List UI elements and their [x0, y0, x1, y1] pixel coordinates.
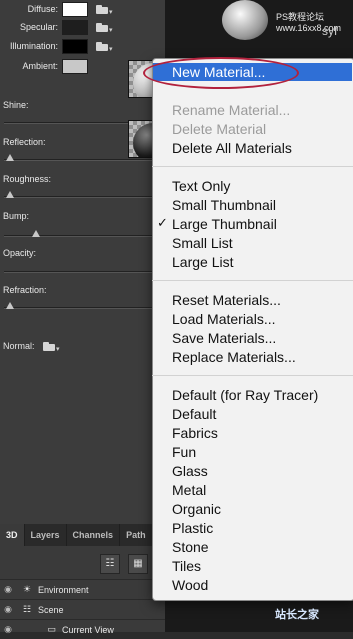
- menu-item-small-list[interactable]: Small List: [172, 234, 233, 252]
- menu-item-new-material[interactable]: New Material...: [172, 63, 265, 81]
- roughness-slider-thumb[interactable]: [6, 191, 14, 198]
- scene-item-label: Scene: [38, 604, 64, 615]
- sun-icon: ☀: [22, 584, 32, 594]
- illumination-swatch[interactable]: [62, 38, 88, 54]
- ambient-swatch[interactable]: [62, 58, 88, 74]
- menu-item-delete-all-materials[interactable]: Delete All Materials: [172, 139, 292, 157]
- folder-icon[interactable]: [96, 41, 108, 51]
- material-preview-sphere: [222, 0, 268, 40]
- menu-item-stone[interactable]: Stone: [172, 538, 209, 556]
- menu-item-reset-materials[interactable]: Reset Materials...: [172, 291, 281, 309]
- eye-icon[interactable]: ◉: [0, 624, 16, 635]
- refraction-slider-thumb[interactable]: [6, 302, 14, 309]
- folder-icon[interactable]: [96, 4, 108, 14]
- roughness-label: Roughness:: [3, 174, 52, 184]
- menu-separator: [152, 280, 353, 281]
- menu-item-large-thumbnail[interactable]: Large Thumbnail: [172, 215, 277, 233]
- menu-item-delete-material[interactable]: Delete Material: [172, 120, 266, 138]
- reflection-slider-thumb[interactable]: [6, 154, 14, 161]
- diffuse-row: Diffuse: ▾: [0, 0, 113, 18]
- scene-item-label: Environment: [38, 584, 89, 595]
- dropdown-arrow-icon[interactable]: ▾: [109, 45, 113, 53]
- menu-item-metal[interactable]: Metal: [172, 481, 206, 499]
- scene-item-label: Current View: [62, 624, 114, 635]
- filter-scene-icon[interactable]: ☷: [100, 554, 120, 574]
- menu-item-organic[interactable]: Organic: [172, 500, 221, 518]
- folder-icon[interactable]: [43, 341, 55, 351]
- normal-label: Normal:: [3, 341, 35, 351]
- menu-item-glass[interactable]: Glass: [172, 462, 208, 480]
- eye-icon[interactable]: ◉: [0, 604, 16, 615]
- filter-mesh-icon[interactable]: ▦: [128, 554, 148, 574]
- scene-item-environment[interactable]: ◉ ☀ Environment: [0, 579, 165, 599]
- bump-slider-thumb[interactable]: [32, 230, 40, 237]
- bump-slider[interactable]: [4, 230, 164, 237]
- checkmark-icon: ✓: [157, 215, 168, 230]
- eye-icon[interactable]: ◉: [0, 584, 16, 595]
- menu-item-save-materials[interactable]: Save Materials...: [172, 329, 276, 347]
- specular-swatch[interactable]: [62, 19, 88, 35]
- menu-item-text-only[interactable]: Text Only: [172, 177, 230, 195]
- menu-item-replace-materials[interactable]: Replace Materials...: [172, 348, 296, 366]
- 3d-panel: 3D Layers Channels Path ☷ ▦ ◉ ☀ Environm…: [0, 524, 165, 635]
- refraction-slider[interactable]: [4, 302, 164, 309]
- scene-item-current-view[interactable]: ◉ ▭ Current View: [0, 619, 165, 639]
- camera-icon: ▭: [47, 624, 56, 634]
- watermark-brand: PS教程论坛 www.16xx8.com: [276, 12, 342, 33]
- menu-separator: [152, 166, 353, 167]
- menu-separator: [152, 375, 353, 376]
- scene-item-scene[interactable]: ◉ ☷ Scene: [0, 599, 165, 619]
- tab-paths[interactable]: Path: [120, 524, 153, 546]
- dropdown-arrow-icon[interactable]: ▾: [56, 345, 60, 353]
- folder-icon[interactable]: [96, 22, 108, 32]
- tab-layers[interactable]: Layers: [25, 524, 67, 546]
- illumination-label: Illumination:: [9, 41, 58, 51]
- diffuse-swatch[interactable]: [62, 1, 88, 17]
- menu-item-fabrics[interactable]: Fabrics: [172, 424, 218, 442]
- bump-label: Bump:: [3, 211, 30, 221]
- menu-item-wood[interactable]: Wood: [172, 576, 208, 594]
- menu-item-fun[interactable]: Fun: [172, 443, 196, 461]
- menu-item-large-list[interactable]: Large List: [172, 253, 233, 271]
- scene-icon: ☷: [22, 604, 32, 614]
- scene-toolbar: ☷ ▦: [100, 554, 148, 574]
- roughness-slider[interactable]: [4, 191, 164, 198]
- reflection-slider[interactable]: [4, 154, 164, 161]
- menu-item-load-materials[interactable]: Load Materials...: [172, 310, 276, 328]
- ambient-row: Ambient:: [0, 57, 88, 75]
- menu-item-default-ray-tracer[interactable]: Default (for Ray Tracer): [172, 386, 318, 404]
- refraction-label: Refraction:: [3, 285, 47, 295]
- opacity-label: Opacity:: [3, 248, 37, 258]
- tab-channels[interactable]: Channels: [67, 524, 121, 546]
- specular-row: Specular: ▾: [0, 18, 113, 36]
- normal-row: Normal: ▾: [0, 337, 60, 355]
- panel-tabs: 3D Layers Channels Path: [0, 524, 165, 546]
- menu-item-tiles[interactable]: Tiles: [172, 557, 201, 575]
- diffuse-label: Diffuse:: [27, 4, 58, 14]
- dropdown-arrow-icon[interactable]: ▾: [109, 26, 113, 34]
- illumination-row: Illumination: ▾: [0, 37, 113, 55]
- menu-item-rename-material[interactable]: Rename Material...: [172, 101, 290, 119]
- tab-3d[interactable]: 3D: [0, 524, 25, 546]
- menu-item-default[interactable]: Default: [172, 405, 216, 423]
- ambient-label: Ambient:: [22, 61, 58, 71]
- reflection-label: Reflection:: [3, 137, 46, 147]
- menu-item-small-thumbnail[interactable]: Small Thumbnail: [172, 196, 276, 214]
- shine-label: Shine:: [3, 100, 29, 110]
- watermark-logo: 站长之家: [275, 609, 319, 621]
- menu-item-plastic[interactable]: Plastic: [172, 519, 213, 537]
- canvas-text: syf: [322, 24, 338, 38]
- specular-label: Specular:: [19, 22, 58, 32]
- dropdown-arrow-icon[interactable]: ▾: [109, 8, 113, 16]
- opacity-slider[interactable]: [4, 271, 164, 273]
